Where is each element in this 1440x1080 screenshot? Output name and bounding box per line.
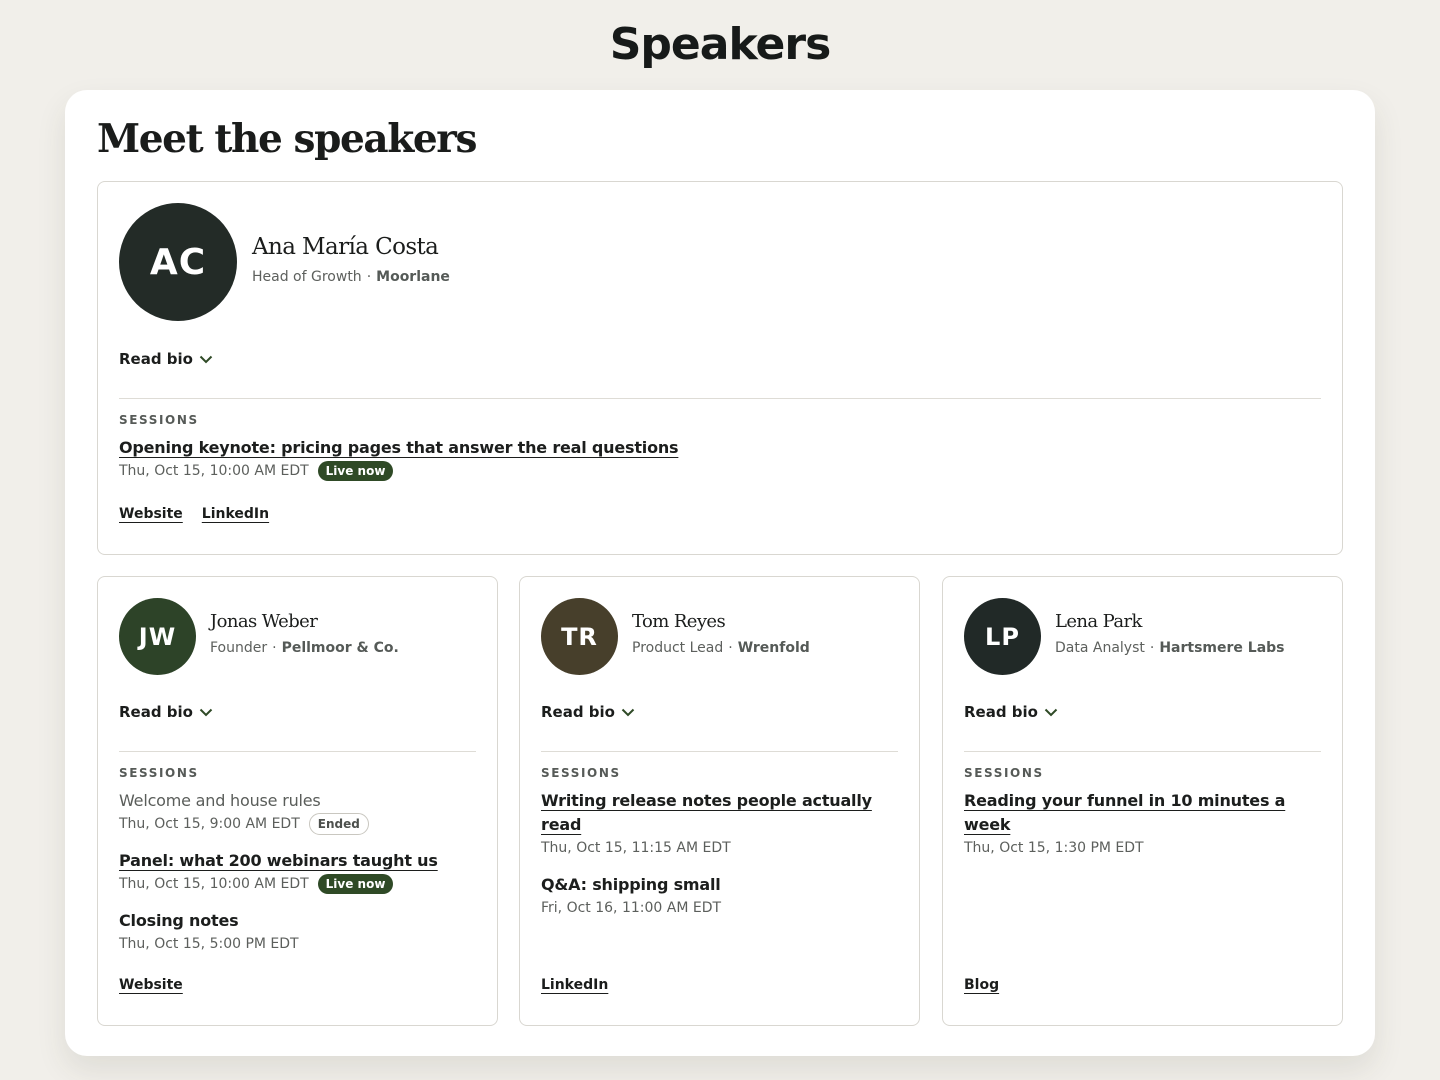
section-title: Meet the speakers: [97, 116, 477, 162]
speaker-role-line: Head of Growth · Moorlane: [252, 269, 450, 285]
session-meta: Thu, Oct 15, 5:00 PM EDT: [119, 933, 476, 955]
sessions-label: SESSIONS: [541, 766, 621, 780]
session-item: Welcome and house rules Thu, Oct 15, 9:0…: [119, 789, 476, 835]
session-item: Reading your funnel in 10 minutes a week…: [964, 789, 1321, 859]
speaker-company: Wrenfold: [737, 640, 810, 656]
linkedin-link[interactable]: LinkedIn: [202, 506, 269, 522]
divider: [119, 398, 1321, 399]
speaker-card-tom-reyes: TR Tom Reyes Product Lead · Wrenfold Read …: [519, 576, 920, 1026]
session-title-link[interactable]: Writing release notes people actually re…: [541, 789, 898, 837]
speaker-name: Jonas Weber: [210, 611, 318, 632]
read-bio-button[interactable]: Read bio: [119, 350, 213, 368]
live-now-badge: Live now: [317, 461, 394, 481]
read-bio-label: Read bio: [964, 703, 1038, 721]
linkedin-link[interactable]: LinkedIn: [541, 977, 608, 993]
session-item: Opening keynote: pricing pages that answ…: [119, 436, 1321, 482]
role-separator: ·: [272, 640, 277, 656]
speaker-name: Lena Park: [1055, 611, 1142, 632]
session-meta: Thu, Oct 15, 9:00 AM EDT Ended: [119, 813, 476, 835]
session-meta: Thu, Oct 15, 1:30 PM EDT: [964, 837, 1321, 859]
speakers-panel: Meet the speakers AC Ana María Costa Hea…: [65, 90, 1375, 1056]
session-meta: Thu, Oct 15, 10:00 AM EDT Live now: [119, 460, 1321, 482]
speaker-links: LinkedIn: [541, 977, 608, 993]
speaker-card-lena-park: LP Lena Park Data Analyst · Hartsmere Labs…: [942, 576, 1343, 1026]
session-item: Q&A: shipping small Fri, Oct 16, 11:00 A…: [541, 873, 898, 919]
speaker-name: Ana María Costa: [252, 234, 439, 260]
session-time: Thu, Oct 15, 11:15 AM EDT: [541, 840, 731, 856]
sessions-label: SESSIONS: [964, 766, 1044, 780]
session-time: Thu, Oct 15, 10:00 AM EDT: [119, 876, 309, 892]
session-time: Thu, Oct 15, 5:00 PM EDT: [119, 936, 299, 952]
divider: [964, 751, 1321, 752]
read-bio-label: Read bio: [119, 703, 193, 721]
speaker-role: Head of Growth: [252, 269, 362, 285]
session-title-link[interactable]: Opening keynote: pricing pages that answ…: [119, 436, 1321, 460]
session-title-link[interactable]: Reading your funnel in 10 minutes a week: [964, 789, 1321, 837]
speaker-role: Founder: [210, 640, 268, 656]
avatar: AC: [119, 203, 237, 321]
website-link[interactable]: Website: [119, 506, 183, 522]
chevron-down-icon: [1044, 708, 1058, 716]
session-meta: Thu, Oct 15, 11:15 AM EDT: [541, 837, 898, 859]
session-meta: Thu, Oct 15, 10:00 AM EDT Live now: [119, 873, 476, 895]
chevron-down-icon: [199, 708, 213, 716]
session-title-link[interactable]: Panel: what 200 webinars taught us: [119, 849, 476, 873]
session-item: Panel: what 200 webinars taught us Thu, …: [119, 849, 476, 895]
speaker-role-line: Data Analyst · Hartsmere Labs: [1055, 640, 1285, 656]
speaker-role: Data Analyst: [1055, 640, 1145, 656]
speaker-company: Moorlane: [376, 269, 450, 285]
speaker-role: Product Lead: [632, 640, 724, 656]
chevron-down-icon: [199, 355, 213, 363]
speaker-role-line: Founder · Pellmoor & Co.: [210, 640, 399, 656]
read-bio-button[interactable]: Read bio: [541, 703, 635, 721]
speaker-links: Blog: [964, 977, 999, 993]
speaker-name: Tom Reyes: [632, 611, 726, 632]
speaker-company: Pellmoor & Co.: [281, 640, 399, 656]
sessions-list: Reading your funnel in 10 minutes a week…: [964, 789, 1321, 873]
session-time: Thu, Oct 15, 10:00 AM EDT: [119, 463, 309, 479]
speaker-links: Website LinkedIn: [119, 506, 269, 522]
speaker-role-line: Product Lead · Wrenfold: [632, 640, 810, 656]
session-time: Thu, Oct 15, 1:30 PM EDT: [964, 840, 1144, 856]
role-separator: ·: [728, 640, 733, 656]
speaker-company: Hartsmere Labs: [1159, 640, 1285, 656]
divider: [119, 751, 476, 752]
read-bio-label: Read bio: [541, 703, 615, 721]
role-separator: ·: [366, 269, 372, 285]
divider: [541, 751, 898, 752]
session-title: Q&A: shipping small: [541, 875, 721, 894]
ended-badge: Ended: [308, 813, 369, 835]
role-separator: ·: [1149, 640, 1155, 656]
avatar: TR: [541, 598, 618, 675]
blog-link[interactable]: Blog: [964, 977, 999, 993]
avatar: JW: [119, 598, 196, 675]
speaker-card-jonas-weber: JW Jonas Weber Founder · Pellmoor & Co. Re…: [97, 576, 498, 1026]
session-item: Closing notes Thu, Oct 15, 5:00 PM EDT: [119, 909, 476, 955]
session-item: Writing release notes people actually re…: [541, 789, 898, 859]
session-title: Welcome and house rules: [119, 791, 321, 810]
sessions-list: Welcome and house rules Thu, Oct 15, 9:0…: [119, 789, 476, 969]
live-now-badge: Live now: [317, 874, 394, 894]
avatar: LP: [964, 598, 1041, 675]
sessions-label: SESSIONS: [119, 413, 199, 427]
page-heading: Speakers: [609, 19, 832, 70]
sessions-list: Writing release notes people actually re…: [541, 789, 898, 933]
website-link[interactable]: Website: [119, 977, 183, 993]
sessions-list: Opening keynote: pricing pages that answ…: [119, 436, 1321, 496]
read-bio-button[interactable]: Read bio: [119, 703, 213, 721]
speaker-card-ana-maria-costa: AC Ana María Costa Head of Growth · Moorla…: [97, 181, 1343, 555]
chevron-down-icon: [621, 708, 635, 716]
read-bio-button[interactable]: Read bio: [964, 703, 1058, 721]
session-time: Thu, Oct 15, 9:00 AM EDT: [119, 816, 300, 832]
session-title: Closing notes: [119, 911, 239, 930]
session-time: Fri, Oct 16, 11:00 AM EDT: [541, 900, 722, 916]
speaker-links: Website: [119, 977, 183, 993]
sessions-label: SESSIONS: [119, 766, 199, 780]
session-meta: Fri, Oct 16, 11:00 AM EDT: [541, 897, 898, 919]
read-bio-label: Read bio: [119, 350, 193, 368]
